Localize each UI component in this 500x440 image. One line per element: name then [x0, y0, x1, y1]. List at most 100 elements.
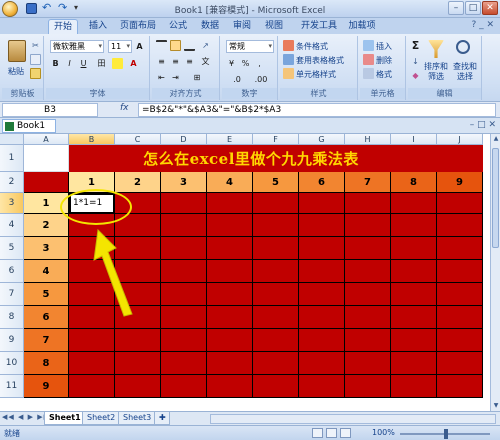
- product-cell[interactable]: [391, 260, 437, 283]
- horizontal-scrollbar[interactable]: [210, 414, 496, 424]
- number-format-select[interactable]: 常规: [226, 40, 274, 53]
- zoom-level[interactable]: 100%: [372, 428, 395, 437]
- product-cell[interactable]: [115, 352, 161, 375]
- zoom-slider[interactable]: [400, 429, 490, 439]
- multiplier-header-cell[interactable]: 8: [391, 172, 437, 193]
- minimize-button[interactable]: –: [448, 1, 464, 15]
- copy-icon[interactable]: [30, 54, 41, 65]
- column-header-b[interactable]: B: [69, 134, 115, 145]
- multiplicand-header-cell[interactable]: 7: [24, 329, 69, 352]
- product-cell[interactable]: [345, 237, 391, 260]
- product-cell[interactable]: [437, 283, 483, 306]
- tab-developer[interactable]: 开发工具: [298, 19, 340, 34]
- autosum-icon[interactable]: Σ: [410, 40, 421, 51]
- tab-data[interactable]: 数据: [196, 19, 224, 34]
- page-layout-view-icon[interactable]: [326, 428, 337, 438]
- normal-view-icon[interactable]: [312, 428, 323, 438]
- border-icon[interactable]: 田: [96, 58, 107, 69]
- product-cell[interactable]: [207, 283, 253, 306]
- product-cell[interactable]: [437, 329, 483, 352]
- fill-color-icon[interactable]: [112, 58, 123, 69]
- product-cell[interactable]: [345, 214, 391, 237]
- sheet-nav-buttons[interactable]: ◀◀ ◀ ▶ ▶▶: [2, 413, 50, 421]
- increase-decimal-icon[interactable]: .0: [228, 74, 246, 85]
- row-header-1[interactable]: 1: [0, 145, 24, 172]
- product-cell[interactable]: [391, 193, 437, 214]
- product-cell[interactable]: [161, 352, 207, 375]
- product-cell[interactable]: [299, 329, 345, 352]
- product-cell[interactable]: [253, 193, 299, 214]
- product-cell[interactable]: [207, 329, 253, 352]
- product-cell[interactable]: [345, 352, 391, 375]
- formula-input[interactable]: =B$2&"*"&$A3&"="&B$2*$A3: [138, 103, 496, 117]
- multiplier-header-cell[interactable]: 5: [253, 172, 299, 193]
- multiplier-header-cell[interactable]: 7: [345, 172, 391, 193]
- column-header-h[interactable]: H: [345, 134, 391, 145]
- increase-indent-icon[interactable]: ⇥: [170, 72, 181, 83]
- find-select-icon[interactable]: [456, 40, 470, 54]
- product-cell[interactable]: [161, 237, 207, 260]
- product-cell[interactable]: [299, 214, 345, 237]
- product-cell[interactable]: [437, 237, 483, 260]
- product-cell[interactable]: [391, 306, 437, 329]
- product-cell[interactable]: [161, 283, 207, 306]
- format-table-button[interactable]: 套用表格格式: [296, 55, 344, 66]
- bold-button[interactable]: B: [50, 58, 61, 69]
- product-cell[interactable]: [299, 375, 345, 398]
- fx-icon[interactable]: fx: [120, 103, 129, 113]
- product-cell[interactable]: [437, 352, 483, 375]
- multiplier-header-cell[interactable]: 4: [207, 172, 253, 193]
- product-cell[interactable]: [69, 352, 115, 375]
- clear-icon[interactable]: ◆: [410, 70, 421, 81]
- product-cell[interactable]: [345, 306, 391, 329]
- product-cell[interactable]: [115, 375, 161, 398]
- conditional-format-button[interactable]: 条件格式: [296, 41, 328, 52]
- tab-formulas[interactable]: 公式: [164, 19, 192, 34]
- zoom-slider-knob[interactable]: [444, 429, 448, 439]
- workbook-tab[interactable]: Book1: [2, 119, 56, 133]
- find-select-button[interactable]: 查找和选择: [452, 62, 478, 82]
- product-cell[interactable]: [437, 214, 483, 237]
- row-header-5[interactable]: 5: [0, 237, 24, 260]
- product-cell[interactable]: [299, 283, 345, 306]
- multiplicand-header-cell[interactable]: 4: [24, 260, 69, 283]
- insert-sheet-icon[interactable]: ✚: [154, 412, 170, 425]
- row-header-8[interactable]: 8: [0, 306, 24, 329]
- fill-icon[interactable]: ↓: [410, 56, 421, 67]
- product-cell[interactable]: [207, 237, 253, 260]
- row-header-4[interactable]: 4: [0, 214, 24, 237]
- decrease-indent-icon[interactable]: ⇤: [156, 72, 167, 83]
- vertical-scroll-thumb[interactable]: [492, 148, 499, 248]
- insert-button[interactable]: 插入: [376, 41, 392, 52]
- scroll-down-icon[interactable]: ▼: [491, 401, 500, 411]
- product-cell[interactable]: [207, 214, 253, 237]
- align-top-icon[interactable]: [156, 40, 167, 51]
- product-cell[interactable]: [345, 193, 391, 214]
- multiplier-header-cell[interactable]: 6: [299, 172, 345, 193]
- title-cell[interactable]: [437, 145, 483, 172]
- multiplicand-header-cell[interactable]: 2: [24, 214, 69, 237]
- font-size-select[interactable]: 11: [108, 40, 132, 53]
- align-middle-icon[interactable]: [170, 40, 181, 51]
- product-cell[interactable]: [391, 352, 437, 375]
- font-name-select[interactable]: 微软雅黑: [50, 40, 104, 53]
- product-cell[interactable]: [345, 329, 391, 352]
- sheet-tab-sheet3[interactable]: Sheet3: [118, 412, 157, 425]
- delete-button[interactable]: 删除: [376, 55, 392, 66]
- tab-review[interactable]: 审阅: [228, 19, 256, 34]
- paste-icon[interactable]: [8, 40, 26, 62]
- decrease-decimal-icon[interactable]: .00: [250, 74, 272, 85]
- sort-filter-icon[interactable]: [428, 40, 444, 58]
- product-cell[interactable]: [437, 260, 483, 283]
- product-cell[interactable]: [345, 283, 391, 306]
- product-cell[interactable]: [161, 214, 207, 237]
- product-cell[interactable]: [437, 306, 483, 329]
- product-cell[interactable]: [161, 375, 207, 398]
- product-cell[interactable]: [253, 237, 299, 260]
- product-cell[interactable]: [391, 375, 437, 398]
- font-color-icon[interactable]: A: [128, 58, 139, 69]
- close-button[interactable]: ✕: [482, 1, 498, 15]
- column-header-j[interactable]: J: [437, 134, 483, 145]
- row-header-6[interactable]: 6: [0, 260, 24, 283]
- format-painter-icon[interactable]: [30, 68, 41, 79]
